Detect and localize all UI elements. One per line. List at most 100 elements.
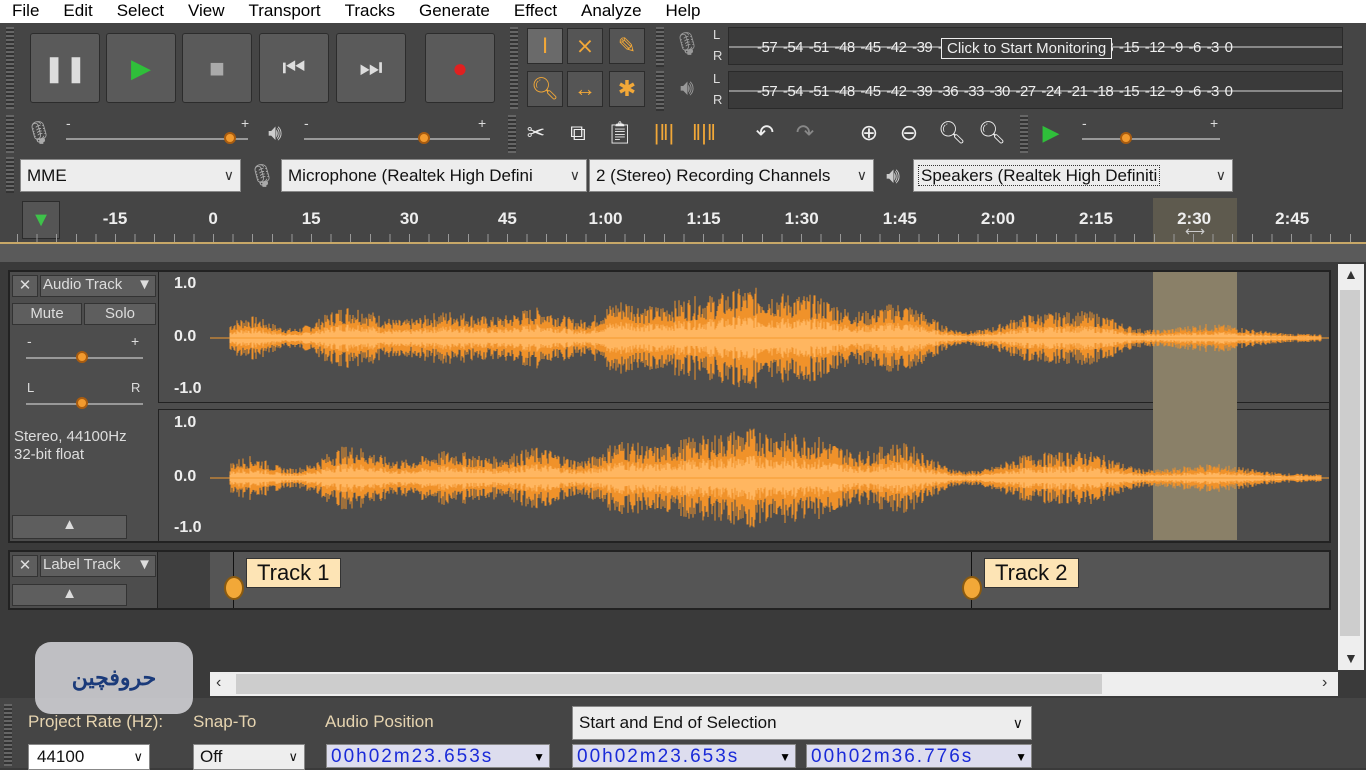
selection-mode-select[interactable]: Start and End of Selection ∨ <box>572 706 1032 740</box>
selection-tool[interactable]: I <box>527 28 563 64</box>
scroll-up-icon[interactable]: ▲ <box>1344 266 1358 282</box>
scroll-left-icon[interactable]: ‹ <box>216 674 221 692</box>
copy-button[interactable]: ⧉ <box>561 115 595 151</box>
collapse-track-button[interactable]: ▲ <box>12 584 127 606</box>
snap-to-select[interactable]: Off ∨ <box>193 744 305 770</box>
project-rate-select[interactable]: 44100 ∨ <box>28 744 150 770</box>
fit-selection-button[interactable]: 🔍︎ <box>935 115 969 151</box>
asterisk-icon: ✱ <box>617 76 637 101</box>
playback-device-select[interactable]: Speakers (Realtek High Definiti ∨ <box>913 159 1233 192</box>
timeline-tick: 1:45 <box>882 209 917 228</box>
redo-button[interactable]: ↷ <box>788 115 822 151</box>
play-at-speed-button[interactable]: ▶ <box>1034 115 1068 151</box>
track-menu-button[interactable]: Audio Track ▼ <box>40 275 156 297</box>
toolbar-grip[interactable] <box>6 157 14 193</box>
pause-button[interactable]: ❚❚ <box>30 33 100 103</box>
track-menu-button[interactable]: Label Track ▼ <box>40 555 156 577</box>
menu-generate[interactable]: Generate <box>407 0 502 23</box>
toolbar-grip[interactable] <box>6 115 14 153</box>
slider-thumb[interactable] <box>76 351 88 363</box>
recording-meter[interactable]: -57 -54 -51 -48 -45 -42 -39 -36 -33 -30 … <box>728 27 1343 65</box>
pan-slider[interactable] <box>26 397 143 409</box>
silence-button[interactable]: ‖|‖ <box>687 115 721 151</box>
skip-start-button[interactable]: ⏮ <box>259 33 329 103</box>
menu-help[interactable]: Help <box>654 0 713 23</box>
scroll-thumb[interactable] <box>236 674 1102 694</box>
record-meter-button[interactable]: 🎙︎ <box>670 26 704 62</box>
scroll-down-icon[interactable]: ▼ <box>1344 650 1358 666</box>
record-button[interactable]: ● <box>425 33 495 103</box>
menu-effect[interactable]: Effect <box>502 0 569 23</box>
menu-tracks[interactable]: Tracks <box>333 0 407 23</box>
microphone-icon: 🎙︎ <box>248 163 276 188</box>
envelope-tool[interactable]: ⨯ <box>567 28 603 64</box>
play-icon: ▶ <box>131 52 151 83</box>
playback-volume-slider[interactable] <box>304 132 490 144</box>
slider-thumb[interactable] <box>1120 132 1132 144</box>
multi-tool[interactable]: ✱ <box>609 71 645 107</box>
recording-device-select[interactable]: Microphone (Realtek High Defini ∨ <box>281 159 587 192</box>
waveform[interactable] <box>210 272 1329 540</box>
pencil-icon: ✎ <box>617 33 637 58</box>
selection-end-field[interactable]: 00h02m36.776s ▼ <box>806 744 1032 768</box>
menu-select[interactable]: Select <box>105 0 176 23</box>
gain-plus-label: + <box>131 333 140 349</box>
audio-position-field[interactable]: 00h02m23.653s ▼ <box>326 744 550 768</box>
toolbar-grip[interactable] <box>510 27 518 109</box>
menu-view[interactable]: View <box>176 0 237 23</box>
horizontal-scrollbar[interactable]: ‹ › <box>210 672 1338 696</box>
slider-thumb[interactable] <box>418 132 430 144</box>
recording-channels-select[interactable]: 2 (Stereo) Recording Channels ∨ <box>589 159 874 192</box>
play-button[interactable]: ▶ <box>106 33 176 103</box>
zoom-out-button[interactable]: ⊖ <box>892 115 926 151</box>
playback-meter[interactable]: -57 -54 -51 -48 -45 -42 -39 -36 -33 -30 … <box>728 71 1343 109</box>
monitor-tooltip[interactable]: Click to Start Monitoring <box>941 38 1113 59</box>
label-handle-icon[interactable] <box>224 576 244 600</box>
audio-host-select[interactable]: MME ∨ <box>20 159 241 192</box>
zoom-in-button[interactable]: ⊕ <box>852 115 886 151</box>
label-handle-icon[interactable] <box>962 576 982 600</box>
toolbar-grip[interactable] <box>508 115 516 153</box>
menu-edit[interactable]: Edit <box>51 0 104 23</box>
fit-project-button[interactable]: 🔍︎ <box>975 115 1009 151</box>
draw-tool[interactable]: ✎ <box>609 28 645 64</box>
toolbar-grip[interactable] <box>656 27 664 67</box>
mute-button[interactable]: Mute <box>12 303 82 325</box>
toolbar-grip[interactable] <box>6 27 14 109</box>
scroll-right-icon[interactable]: › <box>1322 674 1327 692</box>
solo-button[interactable]: Solo <box>84 303 156 325</box>
timeline-ruler[interactable]: ▼ ⟷ -15 0 15 30 45 1:00 1:15 1:30 1:45 2:00 2:15 2:… <box>0 198 1366 244</box>
close-track-button[interactable]: ✕ <box>12 275 38 297</box>
timeline-tick: 2:15 <box>1078 209 1114 228</box>
toolbar-grip[interactable] <box>4 704 12 766</box>
y-axis-label: -1.0 <box>174 519 202 536</box>
toolbar-grip[interactable] <box>1020 115 1028 153</box>
toolbar-grip[interactable] <box>656 71 664 111</box>
scroll-thumb[interactable] <box>1340 290 1360 636</box>
trim-button[interactable]: |‖| <box>647 115 681 151</box>
slider-thumb[interactable] <box>224 132 236 144</box>
y-axis-label: 1.0 <box>174 414 197 431</box>
play-meter-button[interactable]: 🔊︎ <box>670 70 704 106</box>
selection-region[interactable] <box>1153 272 1237 540</box>
label-track-1[interactable]: Track 1 <box>246 558 341 588</box>
vertical-scrollbar[interactable]: ▲ ▼ <box>1338 264 1364 670</box>
label-track-2[interactable]: Track 2 <box>984 558 1079 588</box>
skip-end-button[interactable]: ⏭ <box>336 33 406 103</box>
menu-file[interactable]: File <box>0 0 51 23</box>
cut-button[interactable]: ✂ <box>519 115 553 151</box>
recording-volume-slider[interactable] <box>66 132 248 144</box>
stop-button[interactable]: ■ <box>182 33 252 103</box>
timeshift-tool[interactable]: ↔ <box>567 71 603 107</box>
collapse-track-button[interactable]: ▲ <box>12 515 127 539</box>
close-track-button[interactable]: ✕ <box>12 555 38 577</box>
selection-start-field[interactable]: 00h02m23.653s ▼ <box>572 744 796 768</box>
paste-button[interactable]: 📋︎ <box>603 115 637 151</box>
menu-analyze[interactable]: Analyze <box>569 0 653 23</box>
undo-button[interactable]: ↶ <box>748 115 782 151</box>
slider-thumb[interactable] <box>76 397 88 409</box>
zoom-tool[interactable]: 🔍︎ <box>527 71 563 107</box>
menu-transport[interactable]: Transport <box>237 0 333 23</box>
play-speed-slider[interactable] <box>1082 132 1220 144</box>
gain-slider[interactable] <box>26 351 143 363</box>
